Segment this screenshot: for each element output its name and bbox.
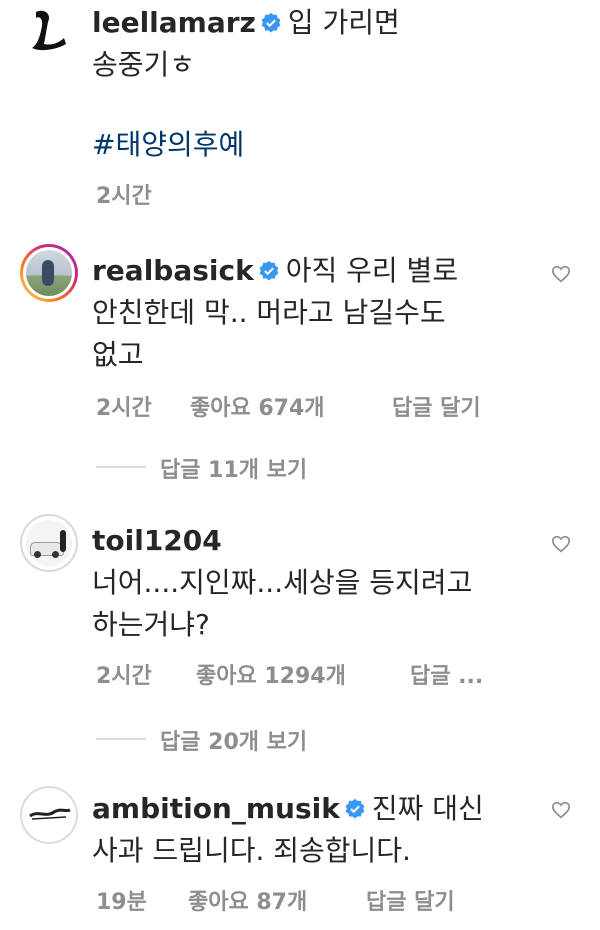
heart-icon[interactable] <box>551 801 571 819</box>
comment-1-username[interactable]: realbasick <box>92 254 254 287</box>
comment-3-text-2: 사과 드립니다. 죄송합니다. <box>92 834 411 867</box>
avatar-ambition-musik[interactable] <box>20 786 78 844</box>
verified-badge-icon <box>345 798 365 819</box>
comment-1-line-1: realbasick 아직 우리 별로 <box>92 250 458 292</box>
caption-username[interactable]: leellamarz <box>92 6 256 39</box>
view-replies-divider <box>96 738 146 740</box>
caption-line-1: leellamarz 입 가리면 <box>92 2 400 44</box>
heart-icon[interactable] <box>551 535 571 553</box>
avatar-realbasick[interactable] <box>20 244 78 302</box>
comment-1-time: 2시간 <box>96 396 152 421</box>
view-replies-divider <box>96 466 146 468</box>
leellamarz-logo <box>32 10 66 51</box>
caption-time: 2시간 <box>96 184 152 209</box>
comment-3-username[interactable]: ambition_musik <box>92 792 340 825</box>
comment-1-view-replies[interactable]: 답글 11개 보기 <box>160 452 307 484</box>
caption-hashtag[interactable]: #태양의후예 <box>92 124 244 166</box>
ambition-logo-icon <box>29 808 71 820</box>
comment-2-time: 2시간 <box>96 664 152 689</box>
comment-3-likes[interactable]: 좋아요 87개 <box>188 884 307 916</box>
heart-icon[interactable] <box>551 265 571 283</box>
avatar-leellamarz[interactable] <box>22 4 74 56</box>
comment-1-text-3: 없고 <box>92 338 144 371</box>
caption-text-1: 입 가리면 <box>287 6 400 39</box>
verified-badge-icon <box>259 260 279 281</box>
comment-1-reply-button[interactable]: 답글 달기 <box>392 390 481 422</box>
comment-3-line-1: ambition_musik 진짜 대신 <box>92 788 484 830</box>
comment-2-likes[interactable]: 좋아요 1294개 <box>196 658 346 690</box>
caption-text-2: 송중기ㅎ <box>92 48 196 81</box>
comment-3-reply-button[interactable]: 답글 달기 <box>366 884 455 916</box>
comment-2-reply-button[interactable]: 답글 ... <box>410 658 483 690</box>
comment-3-time: 19분 <box>96 890 147 915</box>
comment-1-text-1: 아직 우리 별로 <box>285 254 459 287</box>
verified-badge-icon <box>261 12 281 33</box>
comment-1-text-2: 안친한데 막.. 머라고 남길수도 <box>92 296 446 329</box>
comment-2-text-2: 하는거냐? <box>92 608 210 641</box>
comment-2-view-replies[interactable]: 답글 20개 보기 <box>160 724 307 756</box>
comment-2-text-1: 너어....지인짜...세상을 등지려고 <box>92 566 473 599</box>
avatar-toil1204[interactable] <box>20 514 78 572</box>
comment-2-username[interactable]: toil1204 <box>92 520 222 562</box>
comment-1-likes[interactable]: 좋아요 674개 <box>190 390 325 422</box>
comment-3-text-1: 진짜 대신 <box>371 792 484 825</box>
